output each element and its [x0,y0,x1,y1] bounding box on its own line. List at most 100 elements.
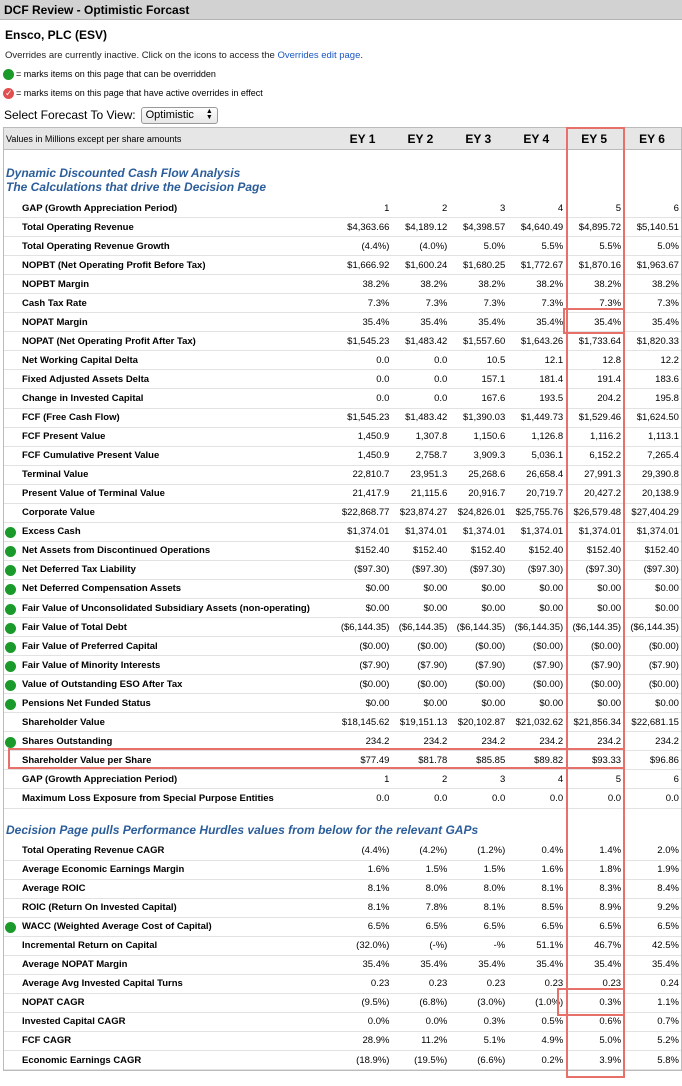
row-value-ey4: ($6,144.35) [514,621,564,633]
row-value-ey5: $93.33 [591,754,622,766]
override-dot-icon[interactable] [5,641,16,653]
row-value-ey2: 35.4% [420,959,448,971]
row-value-ey1: ($0.00) [359,640,390,652]
row-value-ey4: 7.3% [541,297,564,309]
row-value-ey5: 0.23 [602,978,622,990]
row-value-ey3: $0.00 [481,583,506,595]
row-value-ey3: $1,680.25 [462,259,506,271]
row-value-ey4: $0.00 [539,602,564,614]
row-label-text: Average ROIC [22,883,86,895]
table-row: Average Avg Invested Capital Turns 0.23 0.… [4,975,681,994]
row-value-ey4: 26,658.4 [526,469,564,481]
override-dot-icon[interactable] [5,922,16,934]
row-value-ey5: $4,895.72 [578,221,622,233]
row-value-ey5: 8.3% [599,883,622,895]
row-value-ey6: 7.3% [657,297,679,309]
row-value-ey3: $1,390.03 [462,412,506,424]
row-value-ey4: $21,032.62 [515,716,564,728]
row-label: Fair Value of Preferred Capital [4,641,334,653]
row-label: Net Deferred Tax Liability [4,564,334,577]
row-value-ey3: 167.6 [481,392,506,404]
override-dot-icon[interactable] [5,698,16,710]
section2-title: Decision Page pulls Performance Hurdles … [6,822,479,837]
row-label: Value of Outstanding ESO After Tax [4,679,334,691]
row-value-ey4: (1.0%) [535,997,564,1009]
row-label-text: Net Working Capital Delta [22,354,138,366]
header-ey6: EY 6 [639,131,665,146]
row-value-ey4: 5.5% [541,240,564,252]
row-label: Fair Value of Minority Interests [4,660,334,672]
row-value-ey3: 6.5% [483,921,506,933]
table-row: Corporate Value $22,868.77 $23,874.27 $24,8… [4,504,681,523]
row-value-ey3: 10.5 [486,354,506,366]
row-value-ey6: 1.9% [657,864,679,876]
table-row: Fair Value of Preferred Capital ($0.00) ($… [4,637,681,657]
override-dot-icon[interactable] [5,527,16,539]
override-dot-icon[interactable] [5,546,16,558]
row-label-text: Change in Invested Capital [22,392,144,404]
row-value-ey6: 35.4% [652,316,679,328]
row-value-ey5: 27,991.3 [584,469,622,481]
override-dot-icon[interactable] [5,660,16,672]
row-value-ey2: 1.5% [425,864,448,876]
row-label-text: Cash Tax Rate [22,297,87,309]
row-value-ey6: 195.8 [655,392,679,404]
row-label-text: Excess Cash [22,526,81,538]
table-row: Total Operating Revenue CAGR (4.4%) (4.2%)… [4,842,681,861]
table-row: Total Operating Revenue Growth (4.4%) (4.0… [4,237,681,257]
row-label-text: Total Operating Revenue CAGR [22,845,165,857]
overrides-note-text: Overrides are currently inactive. Click … [5,50,278,61]
row-value-ey5: 0.0 [607,792,622,804]
section2-rows: Total Operating Revenue CAGR (4.4%) (4.2%)… [4,842,681,1071]
row-label-text: Shareholder Value [22,716,105,728]
row-value-ey6: $5,140.51 [636,221,679,233]
override-dot-icon[interactable] [5,679,16,691]
row-value-ey3: 38.2% [478,278,506,290]
row-label: Average NOPAT Margin [4,959,334,970]
row-value-ey4: $152.40 [528,545,564,557]
row-value-ey5: $26,579.48 [573,507,622,519]
override-dot-icon[interactable] [5,584,16,596]
row-label: ROIC (Return On Invested Capital) [4,902,334,913]
override-dot-icon[interactable] [5,565,16,577]
row-value-ey2: 1,307.8 [415,431,448,443]
row-value-ey3: ($0.00) [475,640,506,652]
table-row: Maximum Loss Exposure from Special Purpo… [4,789,681,809]
row-label: GAP (Growth Appreciation Period) [4,774,334,785]
overrides-edit-link[interactable]: Overrides edit page [277,50,360,61]
row-value-ey5: 5.0% [599,1035,622,1047]
row-value-ey6: 8.4% [657,883,679,895]
row-value-ey5: $21,856.34 [573,716,622,728]
table-row: Terminal Value 22,810.7 23,951.3 25,268.6 26… [4,466,681,485]
row-value-ey2: (-%) [429,940,448,952]
row-value-ey3: 20,916.7 [468,488,506,500]
row-value-ey3: 25,268.6 [468,469,506,481]
row-label: Terminal Value [4,469,334,480]
row-value-ey2: (6.8%) [419,997,448,1009]
row-value-ey1: 7.3% [367,297,390,309]
row-value-ey5: 1,116.2 [590,431,622,443]
row-value-ey3: $152.40 [470,545,506,557]
table-header: Values in Millions except per share amou… [4,127,681,150]
row-value-ey2: $1,483.42 [405,335,448,347]
row-value-ey6: $1,963.67 [636,259,679,271]
row-value-ey3: 8.0% [483,883,506,895]
override-dot-icon[interactable] [5,603,16,615]
row-value-ey1: ($6,144.35) [340,621,390,633]
row-value-ey2: 11.2% [421,1035,448,1047]
row-label-text: ROIC (Return On Invested Capital) [22,902,177,914]
row-value-ey2: (4.2%) [419,845,448,857]
override-dot-icon[interactable] [5,736,16,748]
row-label: NOPBT Margin [4,279,334,290]
row-value-ey5: 0.6% [599,1016,622,1028]
forecast-select[interactable]: Optimistic ▲ ▼ [140,106,218,124]
row-value-ey5: 7.3% [599,297,622,309]
override-dot-icon[interactable] [5,622,16,634]
row-value-ey2: 6.5% [425,921,448,933]
row-value-ey3: $0.00 [481,602,506,614]
row-value-ey6: ($0.00) [648,640,679,652]
row-label-text: FCF Cumulative Present Value [22,450,160,462]
row-label-text: FCF (Free Cash Flow) [22,412,120,424]
row-value-ey3: $24,826.01 [457,507,506,519]
row-value-ey1: $77.49 [360,754,390,766]
